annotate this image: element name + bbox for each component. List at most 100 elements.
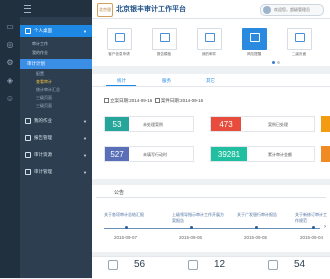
sidebar-group-personal[interactable]: 个人桌面 ▼ <box>20 25 92 37</box>
sidebar-group-management[interactable]: 审计管理 ▼ <box>20 166 92 178</box>
quick-action-label: 报告模板 <box>156 52 172 56</box>
sidebar-subitem-view-audit[interactable]: 查看审计 <box>36 79 52 85</box>
sidebar: 个人桌面 ▼ 审计工作 我的作业 审计计划 配置 查看审计 统计审计汇总 三级页… <box>20 0 92 278</box>
tab-service[interactable]: 服务 <box>162 78 171 84</box>
chevron-down-icon: ▼ <box>83 118 87 124</box>
quick-action-label: 我的邮件 <box>201 52 217 56</box>
sidebar-group-resources[interactable]: 审计资源 ▼ <box>20 149 92 161</box>
timeline-dot <box>125 226 128 229</box>
carousel-dot[interactable] <box>277 61 280 64</box>
globe-icon[interactable]: ◎ <box>5 40 15 50</box>
timeline-line <box>104 228 320 229</box>
quick-action-customer-info[interactable] <box>107 28 132 50</box>
database-icon <box>25 152 31 158</box>
sidebar-item-audit-work[interactable]: 审计工作 <box>32 41 48 47</box>
notice-item[interactable]: 上级领导指示审计工作开展方案报告 <box>172 212 226 224</box>
bottom-stat-value: 12 <box>214 259 226 270</box>
tab-other[interactable]: 其它 <box>206 78 215 84</box>
carousel-dots <box>272 60 282 66</box>
stat-label: 未处理案例 <box>143 122 163 127</box>
folder-icon <box>25 118 31 124</box>
avatar <box>263 6 271 14</box>
quick-action-label: 风险提醒 <box>246 52 262 56</box>
chevron-down-icon: ▼ <box>83 169 87 175</box>
notice-title: 公告 <box>114 190 125 196</box>
stat-card-pending[interactable]: 53 未处理案例 <box>104 116 194 132</box>
end-date-label: 案件日期 <box>160 98 179 103</box>
notice-item[interactable]: 关于新修订审计工作规范 <box>295 212 328 224</box>
stat-card-unfilled[interactable]: 527 未填写行动时 <box>104 146 194 162</box>
quick-action-label: 客户信息申请 <box>108 52 130 56</box>
notice-panel: 公告 关于各项审计总结汇报 上级领导指示审计工作开展方案报告 关于广发银行审计报… <box>92 185 330 252</box>
bottom-stat[interactable]: 56 <box>108 259 145 270</box>
sidebar-group-label: 审计管理 <box>34 169 52 174</box>
template-icon <box>160 33 170 42</box>
home-icon <box>25 28 31 34</box>
quick-action-risk-alert[interactable] <box>242 28 267 50</box>
menu-icon[interactable] <box>24 4 31 13</box>
tab-stats[interactable]: 统计 <box>117 78 126 84</box>
stat-card-processed[interactable]: 473 案例已处理 <box>210 116 315 132</box>
date-filter[interactable]: 立案日期:2014-09-16 案件日期:2014-09-16 <box>104 98 203 104</box>
bottom-stat[interactable]: 54 <box>268 259 305 270</box>
chevron-down-icon: ▼ <box>83 28 87 34</box>
bottom-stat-value: 54 <box>294 259 306 270</box>
stats-panel: 统计 服务 其它 立案日期:2014-09-16 案件日期:2014-09-16… <box>92 74 330 179</box>
stat-value: 39281 <box>211 147 247 161</box>
sidebar-group-label: 我的作业 <box>34 118 52 123</box>
sidebar-group-label: 审计资源 <box>34 152 52 157</box>
quick-action-label: 二级页面 <box>291 52 307 56</box>
timeline-dot <box>255 226 258 229</box>
bottom-stat[interactable]: 12 <box>188 259 225 270</box>
timeline-dot <box>312 226 315 229</box>
notice-item[interactable]: 关于广发银行审计报告 <box>237 212 291 218</box>
sidebar-group-label: 个人桌面 <box>34 28 52 33</box>
quick-action-sub-page[interactable] <box>287 28 312 50</box>
stat-label: 案例已处理 <box>268 122 288 127</box>
sidebar-group-reports[interactable]: 报告管理 ▼ <box>20 132 92 144</box>
sidebar-header <box>20 0 92 17</box>
user-menu[interactable]: 欢迎您，超级管理员 <box>260 4 324 16</box>
timeline-dot <box>190 226 193 229</box>
calendar-icon <box>104 98 109 103</box>
document-icon <box>25 135 31 141</box>
stat-card-clipped <box>321 116 330 132</box>
shield-icon[interactable]: ◈ <box>5 76 15 86</box>
chevron-right-icon[interactable]: › <box>324 224 326 230</box>
quick-action-report-template[interactable] <box>152 28 177 50</box>
notice-item[interactable]: 关于各项审计总结汇报 <box>104 212 158 218</box>
stat-label: 未填写行动时 <box>143 152 167 157</box>
chevron-down-icon: ▼ <box>83 135 87 141</box>
grid-icon <box>268 259 278 270</box>
end-date-value: 2014-09-16 <box>180 98 204 103</box>
sidebar-subitem-level3-b[interactable]: 三级页面 <box>36 103 52 109</box>
sidebar-subitem-summary[interactable]: 统计审计汇总 <box>36 87 60 93</box>
carousel-dot[interactable] <box>272 61 275 64</box>
sidebar-item-my-tasks[interactable]: 我的作业 <box>32 50 48 56</box>
sidebar-subitem-config[interactable]: 配置 <box>36 71 44 77</box>
users-icon[interactable]: ☺ <box>5 94 15 104</box>
bar-chart-icon <box>108 259 118 270</box>
stat-card-clipped <box>321 146 330 162</box>
icon-rail: ▭ ◎ ⚙ ◈ ☺ <box>0 0 20 278</box>
sidebar-group-tasks[interactable]: 我的作业 ▼ <box>20 115 92 127</box>
quick-action-my-mail[interactable] <box>197 28 222 50</box>
settings-icon[interactable]: ⚙ <box>5 58 15 68</box>
app-logo: 北京银丰 <box>97 3 113 24</box>
person-card-icon <box>115 33 125 42</box>
monitor-icon[interactable]: ▭ <box>5 22 15 32</box>
stat-value: 53 <box>105 117 129 131</box>
sidebar-group-label: 报告管理 <box>34 135 52 140</box>
chevron-down-icon: ▼ <box>83 152 87 158</box>
stat-card-amount[interactable]: 39281 累计审计金额 <box>210 146 315 162</box>
notice-date: 2015-09-05 <box>244 235 268 240</box>
quick-actions: 客户信息申请 报告模板 我的邮件 风险提醒 二级页面 <box>92 19 330 66</box>
calendar-icon <box>154 98 160 103</box>
sidebar-item-audit-plan[interactable]: 审计计划 <box>20 59 92 69</box>
bottom-stats: 56 12 54 <box>92 256 330 279</box>
stat-value: 473 <box>211 117 241 131</box>
notice-date: 2015-09-04 <box>300 235 324 240</box>
app-title: 北京银丰审计工作平台 <box>116 6 186 13</box>
sidebar-subitem-level3-a[interactable]: 三级页面 <box>36 95 52 101</box>
briefcase-icon <box>25 169 31 175</box>
